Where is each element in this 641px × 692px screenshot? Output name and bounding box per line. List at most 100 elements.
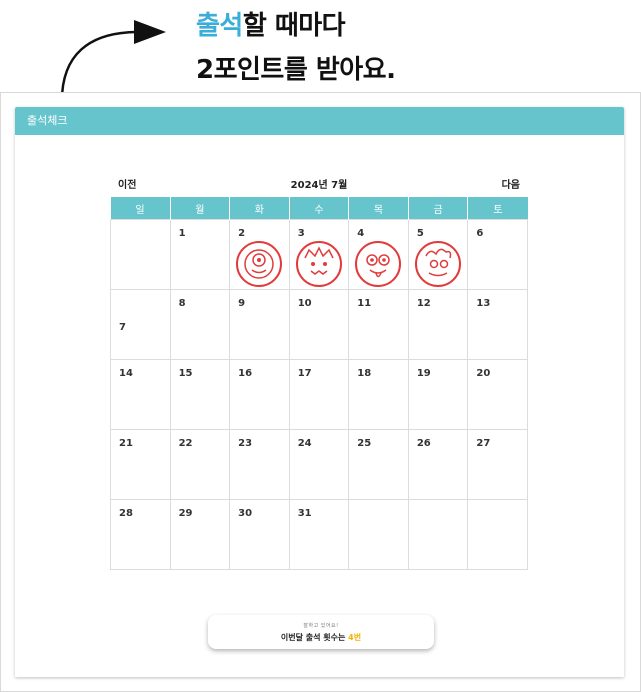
weekday-sat: 토	[467, 197, 528, 220]
day-number: 26	[416, 438, 431, 449]
calendar-week-row: 28 29 30 31	[110, 499, 528, 570]
day-number: 5	[416, 228, 424, 239]
day-number: 17	[297, 368, 312, 379]
calendar-day-cell[interactable]: 14	[110, 359, 171, 430]
calendar-day-cell[interactable]: 12	[407, 289, 469, 360]
calendar-day-cell[interactable]: 1	[169, 219, 231, 290]
calendar-day-cell[interactable]: 29	[169, 499, 231, 570]
calendar-day-cell[interactable]: 24	[288, 429, 350, 500]
day-number: 23	[238, 438, 253, 449]
calendar-day-cell[interactable]: 31	[288, 499, 350, 570]
calendar-day-cell[interactable]: 26	[407, 429, 469, 500]
calendar-day-cell[interactable]	[467, 499, 528, 570]
day-number: 30	[238, 508, 253, 519]
calendar-week-row: 14 15 16 17 18 19 20	[110, 359, 528, 430]
calendar-day-cell[interactable]: 8	[169, 289, 231, 360]
calendar-week-row: 21 22 23 24 25 26 27	[110, 429, 528, 500]
calendar-nav: 이전 2024년 7월 다음	[118, 173, 520, 193]
calendar-day-cell[interactable]: 13	[467, 289, 528, 360]
headline-accent: 출석	[196, 11, 243, 41]
calendar-day-cell[interactable]	[110, 219, 171, 290]
weekday-sun: 일	[110, 197, 171, 220]
attendance-stamp-icon	[414, 241, 461, 287]
calendar-day-cell[interactable]: 23	[229, 429, 290, 500]
calendar-day-cell[interactable]	[348, 499, 409, 570]
attendance-stamp-icon	[295, 241, 342, 287]
weekday-tue: 화	[229, 197, 290, 220]
calendar-day-cell[interactable]: 6	[467, 219, 528, 290]
day-number: 2	[238, 228, 246, 239]
calendar-day-cell[interactable]: 17	[288, 359, 350, 430]
day-number: 14	[119, 368, 133, 379]
calendar-day-cell[interactable]: 15	[169, 359, 231, 430]
day-number: 21	[119, 438, 133, 449]
day-number: 4	[357, 228, 365, 239]
weekday-thu: 목	[348, 197, 409, 220]
promo-headline: 출석할 때마다 2포인트를 받아요.	[196, 4, 396, 92]
day-number: 28	[119, 508, 133, 519]
day-number: 12	[416, 298, 431, 309]
calendar-day-cell[interactable]: 30	[229, 499, 290, 570]
calendar-day-cell[interactable]: 28	[110, 499, 171, 570]
day-number: 10	[297, 298, 312, 309]
month-label: 2024년 7월	[290, 180, 348, 191]
day-number: 31	[297, 508, 312, 519]
calendar-day-cell[interactable]: 27	[467, 429, 528, 500]
day-number: 6	[476, 228, 484, 239]
calendar-day-cell[interactable]: 5	[407, 219, 469, 290]
next-month-button[interactable]: 다음	[502, 176, 520, 191]
calendar-day-cell[interactable]: 18	[348, 359, 409, 430]
calendar-day-cell[interactable]	[407, 499, 469, 570]
calendar-day-cell[interactable]: 2	[229, 219, 290, 290]
calendar-day-cell[interactable]: 21	[110, 429, 171, 500]
calendar-body: 1 2 3 4 5 6 7 8 9 10 11 12 13 14 15 16 17 18 19 20 21 22 23 24 2…	[110, 219, 528, 570]
calendar-day-cell[interactable]: 25	[348, 429, 409, 500]
day-number: 27	[476, 438, 491, 449]
weekday-wed: 수	[288, 197, 349, 220]
calendar-day-cell[interactable]: 3	[288, 219, 350, 290]
badge-prefix: 이번달 출석 횟수는	[280, 633, 349, 642]
day-number: 25	[357, 438, 372, 449]
weekday-mon: 월	[169, 197, 230, 220]
badge-text: 이번달 출석 횟수는 4번	[208, 632, 434, 643]
day-number: 18	[357, 368, 372, 379]
calendar-day-cell[interactable]: 11	[348, 289, 409, 360]
calendar-day-cell[interactable]: 19	[407, 359, 469, 430]
weekday-header-row: 일 월 화 수 목 금 토	[110, 197, 528, 220]
day-number: 19	[416, 368, 431, 379]
day-number: 13	[476, 298, 491, 309]
day-number: 29	[178, 508, 193, 519]
panel-title: 출석체크	[15, 107, 624, 135]
day-number: 11	[357, 298, 372, 309]
day-number: 3	[297, 228, 305, 239]
attendance-card: 출석체크 이전 2024년 7월 다음 일 월 화 수 목 금 토 123456…	[15, 107, 624, 677]
weekday-fri: 금	[407, 197, 468, 220]
badge-subtitle: 잘하고 있어요!	[303, 623, 339, 629]
day-number: 15	[178, 368, 193, 379]
day-number: 7	[119, 322, 126, 333]
calendar-week-row: 7 8 9 10 11 12 13	[110, 289, 528, 360]
day-number: 8	[178, 298, 186, 309]
day-number: 1	[178, 228, 186, 239]
day-number: 22	[178, 438, 193, 449]
calendar-day-cell[interactable]: 22	[169, 429, 231, 500]
attendance-stamp-icon	[355, 241, 402, 287]
headline-line2: 2포인트를 받아요.	[196, 55, 396, 85]
attendance-count-badge: 잘하고 있어요! 이번달 출석 횟수는 4번	[208, 615, 434, 649]
calendar-week-row: 1 2 3 4 5 6	[110, 219, 528, 290]
attendance-panel: 출석체크 이전 2024년 7월 다음 일 월 화 수 목 금 토 123456…	[0, 92, 641, 692]
day-number: 24	[297, 438, 312, 449]
calendar-day-cell[interactable]: 10	[288, 289, 350, 360]
attendance-count: 4번	[348, 633, 362, 642]
attendance-stamp-icon	[236, 241, 283, 287]
calendar-day-cell[interactable]: 20	[467, 359, 528, 430]
day-number: 16	[238, 368, 253, 379]
calendar-day-cell[interactable]: 7	[110, 289, 171, 360]
calendar-grid: 일 월 화 수 목 금 토 1 2 3 4 5 6 7 8 9 10 11 12 13 14 15 16 17 1…	[110, 197, 528, 570]
calendar-day-cell[interactable]: 9	[229, 289, 290, 360]
day-number: 9	[238, 298, 246, 309]
calendar-day-cell[interactable]: 16	[229, 359, 290, 430]
calendar-day-cell[interactable]: 4	[348, 219, 409, 290]
headline-line1: 할 때마다	[242, 11, 346, 41]
day-number: 20	[476, 368, 491, 379]
